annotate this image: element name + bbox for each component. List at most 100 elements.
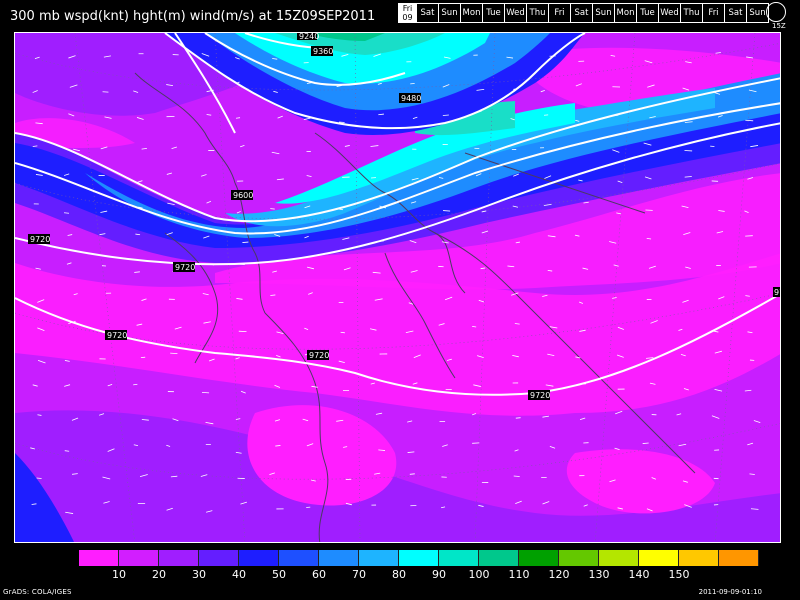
day-label: Fri [554,8,565,18]
colorbar-tick-label: 80 [392,568,406,581]
day-button-4[interactable]: Tue [483,3,505,23]
svg-text:9720: 9720 [774,288,781,297]
wind-arrow [745,119,754,122]
contour-label-9720: 9720 [773,287,781,297]
colorbar-tick-label: 150 [668,568,690,581]
day-label: Tue [486,8,501,18]
day-button-6[interactable]: Thu [527,3,549,23]
colorbar-swatch [599,550,639,566]
day-label: Thu [529,8,546,18]
colorbar-tick-label: 100 [468,568,490,581]
day-label: Sun [595,8,612,18]
contour-label-9720: 9720 [528,390,550,400]
contour-label-9720: 9720 [28,234,50,244]
day-label: Sat [574,8,589,18]
svg-text:9720: 9720 [107,331,127,340]
wind-speed-map: 9240 9360 9480 9600 9720 9720 9720 9720 … [15,33,781,542]
day-label: Wed [660,8,679,18]
svg-text:9600: 9600 [233,191,253,200]
day-button-1[interactable]: Sat [417,3,439,23]
colorbar-tick-label: 30 [192,568,206,581]
colorbar-tick-label: 130 [588,568,610,581]
day-label: Sun [441,8,458,18]
day-label: Tue [640,8,655,18]
contour-label-9480: 9480 [399,93,421,103]
day-label: Wed [506,8,525,18]
day-button-2[interactable]: Sun [439,3,461,23]
wind-arrow [340,331,345,334]
colorbar-tick-label: 10 [112,568,126,581]
contour-label-9600: 9600 [231,190,253,200]
day-date: 09 [402,13,413,22]
svg-text:9720: 9720 [175,263,195,272]
day-button-3[interactable]: Mon [461,3,483,23]
contour-label-9720: 9720 [173,262,195,272]
day-button-8[interactable]: Sat [571,3,593,23]
day-label: Sat [420,8,435,18]
colorbar-swatch [719,550,759,566]
colorbar-tick-label: 90 [432,568,446,581]
svg-text:9720: 9720 [30,235,50,244]
day-label: Mon [462,8,481,18]
day-button-10[interactable]: Mon [615,3,637,23]
day-button-13[interactable]: Thu [681,3,703,23]
colorbar-tick-label: 70 [352,568,366,581]
colorbar-tick-label: 140 [628,568,650,581]
colorbar-swatch [639,550,679,566]
day-label: Sun [749,8,766,18]
svg-text:9720: 9720 [309,351,329,360]
timestamp: 2011-09-09-01:10 [698,588,762,596]
colorbar-swatch [79,550,119,566]
day-timeline: Fri 09 Sat Sun Mon Tue Wed Thu Fri Sat Sun Mon Tue We… [398,3,769,23]
svg-text:9720: 9720 [530,391,550,400]
clock-label: 15Z [772,22,786,30]
day-button-12[interactable]: Wed [659,3,681,23]
colorbar-swatch [319,550,359,566]
day-label: Mon [616,8,635,18]
color-scale-bar [78,549,760,567]
contour-label-9240: 9240 [297,33,319,41]
colorbar-tick-label: 40 [232,568,246,581]
day-button-9[interactable]: Sun [593,3,615,23]
day-button-5[interactable]: Wed [505,3,527,23]
colorbar-swatch [359,550,399,566]
wind-arrow [515,417,521,419]
colorbar-swatch [679,550,719,566]
weather-map: 9240 9360 9480 9600 9720 9720 9720 9720 … [14,32,781,543]
source-credit: GrADS: COLA/IGES [3,588,72,596]
colorbar-swatch [399,550,439,566]
clock-icon[interactable] [766,2,786,22]
colorbar-swatch [519,550,559,566]
day-label: Fri [708,8,719,18]
colorbar-swatch [159,550,199,566]
colorbar-tick-label: 120 [548,568,570,581]
contour-label-9720: 9720 [307,350,329,360]
day-button-14[interactable]: Fri [703,3,725,23]
colorbar-swatch [439,550,479,566]
wind-arrow [270,294,276,296]
day-label: Sat [728,8,743,18]
colorbar-swatch [479,550,519,566]
colorbar-swatch [279,550,319,566]
svg-text:9240: 9240 [299,33,319,41]
colorbar-swatch [119,550,159,566]
day-button-15[interactable]: Sat [725,3,747,23]
colorbar-swatch [559,550,599,566]
svg-text:9480: 9480 [401,94,421,103]
color-scale-labels: 10 20 30 40 50 60 70 80 90 100 110 120 130 140 150 [78,568,721,582]
colorbar-swatch [239,550,279,566]
chart-title: 300 mb wspd(knt) hght(m) wind(m/s) at 15… [10,9,376,24]
colorbar-swatch [199,550,239,566]
contour-label-9720: 9720 [105,330,127,340]
day-label: Fri [402,4,413,13]
day-label: Thu [683,8,700,18]
wind-arrow [201,391,210,394]
day-button-7[interactable]: Fri [549,3,571,23]
svg-text:9360: 9360 [313,47,333,56]
day-button-11[interactable]: Tue [637,3,659,23]
contour-label-9360: 9360 [311,46,333,56]
colorbar-tick-label: 50 [272,568,286,581]
day-button-0[interactable]: Fri 09 [398,3,417,23]
colorbar-tick-label: 20 [152,568,166,581]
colorbar-tick-label: 60 [312,568,326,581]
